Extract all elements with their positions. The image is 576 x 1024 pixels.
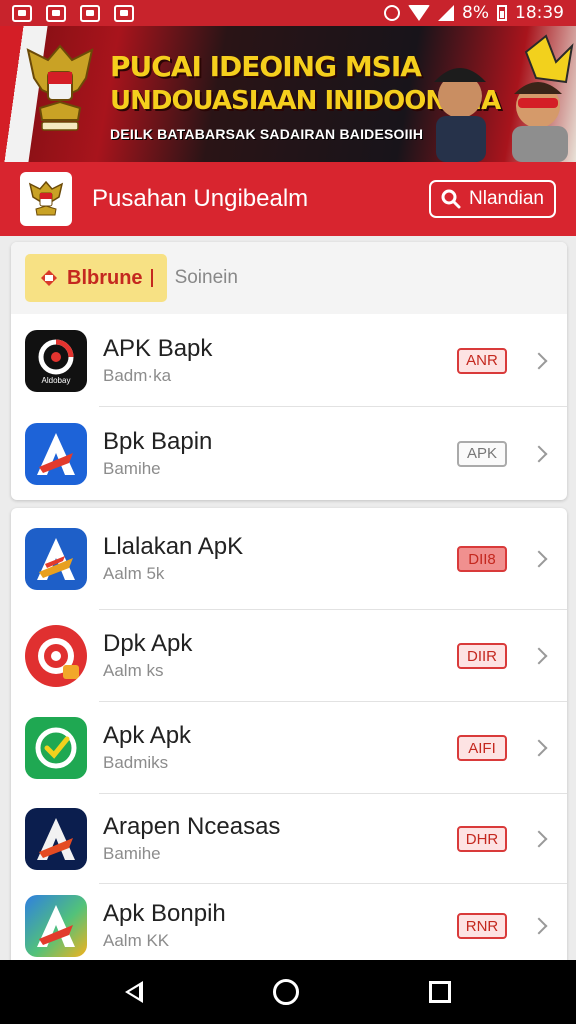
back-icon[interactable]: [125, 981, 143, 1003]
chevron-right-icon: [530, 739, 548, 757]
shield-icon: [114, 4, 134, 22]
app-name: Arapen Nceasas: [103, 813, 281, 840]
mail-icon: [80, 4, 100, 22]
app-badge: DII8: [457, 546, 507, 572]
category-chip[interactable]: Blbrune: [25, 254, 167, 302]
app-subtitle: Aalm KK: [103, 931, 170, 950]
recent-apps-icon[interactable]: [429, 981, 451, 1003]
status-bar: 8% 18:39: [0, 0, 576, 26]
notification-icons: [12, 4, 134, 22]
app-list-card: Llalakan ApK Aalm 5k DII8 Dpk Apk Aalm k…: [11, 508, 567, 968]
list-item-text: Arapen Nceasas Bamihe: [103, 812, 457, 866]
banner-title-1: PUCAI IDEOING MSIA: [110, 50, 422, 83]
search-button[interactable]: Nlandian: [429, 180, 556, 218]
camera-ring-icon: Aldobay: [25, 329, 87, 392]
chevron-right-icon: [530, 647, 548, 665]
app-name: Apk Apk: [103, 722, 192, 749]
arrow-a-icon: [25, 808, 87, 870]
system-navigation-bar: [0, 960, 576, 1024]
clock: 18:39: [515, 3, 564, 23]
search-icon: [441, 189, 461, 209]
list-item[interactable]: Arapen Nceasas Bamihe DHR: [11, 794, 567, 884]
chevron-right-icon: [530, 445, 548, 462]
app-badge: AIFI: [457, 735, 507, 761]
battery-percent: 8%: [462, 3, 489, 23]
search-button-label: Nlandian: [469, 188, 544, 209]
list-item-text: APK Bapk Badm·ka: [103, 334, 457, 388]
garuda-logo-icon: [28, 180, 64, 216]
list-item[interactable]: Aldobay APK Bapk Badm·ka ANR: [11, 314, 567, 407]
arrow-a-icon: [25, 528, 87, 590]
tag-icon: [41, 270, 57, 286]
list-item[interactable]: Llalakan ApK Aalm 5k DII8: [11, 508, 567, 610]
list-item[interactable]: Apk Apk Badmiks AIFI: [11, 702, 567, 794]
filter-row: Blbrune Soinein: [11, 242, 567, 314]
app-name: Apk Bonpih: [103, 900, 226, 927]
featured-apps-card: Blbrune Soinein Aldobay APK Bapk Badm·ka…: [11, 242, 567, 500]
filter-text[interactable]: Soinein: [175, 267, 238, 289]
app-badge: DIIR: [457, 643, 507, 669]
list-item[interactable]: Bpk Bapin Bamihe APK: [11, 407, 567, 500]
garuda-emblem-icon: [26, 44, 94, 131]
gallery-icon: [12, 4, 32, 22]
app-logo[interactable]: [20, 172, 72, 226]
app-badge: RNR: [457, 913, 507, 939]
list-item-text: Llalakan ApK Aalm 5k: [103, 532, 457, 586]
list-item[interactable]: Apk Bonpih Aalm KK RNR: [11, 884, 567, 968]
app-icon-caption: Aldobay: [42, 376, 71, 385]
chevron-right-icon: [530, 352, 548, 369]
arrow-a-icon: [25, 422, 87, 485]
banner-subtitle: DEILK BATABARSAK SADAIRAN BAIDESOIIH: [110, 126, 424, 142]
chevron-right-icon: [530, 917, 548, 935]
app-subtitle: Badm·ka: [103, 365, 172, 385]
app-name: Dpk Apk: [103, 630, 193, 657]
app-subtitle: Bamihe: [103, 844, 161, 863]
app-subtitle: Bamihe: [103, 458, 161, 478]
app-subtitle: Aalm ks: [103, 661, 164, 680]
alarm-icon: [384, 5, 401, 21]
app-badge: ANR: [457, 347, 507, 374]
system-icons: 8% 18:39: [384, 3, 564, 23]
list-item-text: Apk Bonpih Aalm KK: [103, 899, 457, 953]
app-name: Bpk Bapin: [103, 427, 213, 455]
app-badge: APK: [457, 440, 507, 467]
chip-divider: [150, 269, 153, 287]
check-circle-icon: [25, 717, 87, 779]
app-name: Llalakan ApK: [103, 533, 244, 560]
photo-icon: [46, 4, 66, 22]
target-icon: [25, 625, 87, 687]
signal-icon: [438, 5, 455, 21]
chevron-right-icon: [530, 550, 548, 568]
list-item-text: Dpk Apk Aalm ks: [103, 629, 457, 683]
app-subtitle: Aalm 5k: [103, 564, 165, 583]
promo-banner[interactable]: PUCAI IDEOING MSIA UNDOUASIAAN INIDOONSI…: [0, 26, 576, 162]
battery-icon: [497, 5, 507, 21]
category-chip-label: Blbrune: [67, 266, 143, 289]
chevron-right-icon: [530, 830, 548, 848]
banner-text: PUCAI IDEOING MSIA UNDOUASIAAN INIDOONSI…: [110, 50, 501, 142]
list-item[interactable]: Dpk Apk Aalm ks DIIR: [11, 610, 567, 702]
list-item-text: Bpk Bapin Bamihe: [103, 427, 457, 481]
list-item-text: Apk Apk Badmiks: [103, 721, 457, 775]
app-badge: DHR: [457, 826, 507, 852]
app-title: Pusahan Ungibealm: [92, 185, 309, 212]
app-header: Pusahan Ungibealm Nlandian: [0, 162, 576, 236]
app-name: APK Bapk: [103, 334, 213, 362]
app-subtitle: Badmiks: [103, 753, 169, 772]
arrow-a-icon: [25, 895, 87, 957]
banner-characters-illustration: [434, 34, 574, 162]
home-icon[interactable]: [273, 979, 299, 1005]
banner-title-2: UNDOUASIAAN INIDOONSIIA: [110, 86, 501, 116]
wifi-icon: [408, 5, 431, 21]
